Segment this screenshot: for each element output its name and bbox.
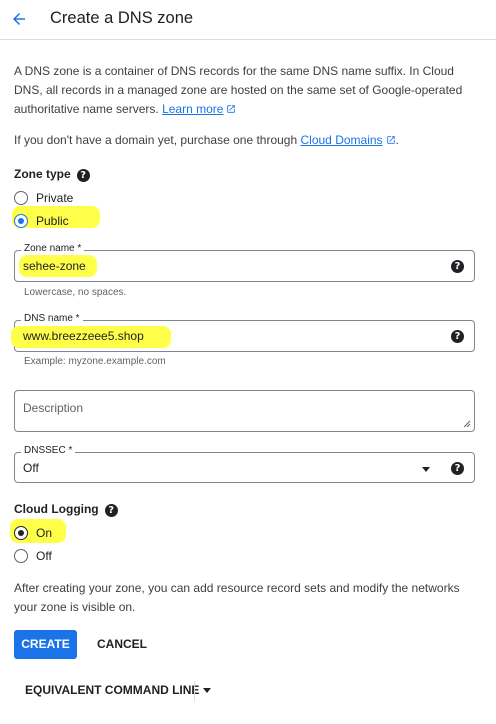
radio-public[interactable]: Public — [14, 212, 69, 230]
zone-type-label: Zone type? — [14, 167, 90, 182]
cloud-logging-label: Cloud Logging? — [14, 502, 118, 517]
radio-button[interactable] — [14, 191, 28, 205]
zone-name-hint: Lowercase, no spaces. — [24, 287, 127, 298]
dns-name-hint: Example: myzone.example.com — [24, 356, 166, 367]
radio-logging-off[interactable]: Off — [14, 547, 52, 565]
radio-logging-on[interactable]: On — [14, 524, 52, 542]
chevron-down-icon[interactable] — [422, 467, 430, 472]
help-icon[interactable]: ? — [76, 169, 90, 182]
radio-button-selected[interactable] — [14, 214, 28, 228]
domain-note: If you don't have a domain yet, purchase… — [14, 133, 399, 147]
resize-handle-icon[interactable] — [463, 420, 471, 428]
cancel-button[interactable]: CANCEL — [90, 630, 154, 659]
dnssec-select[interactable]: DNSSEC * Off ? — [14, 445, 475, 483]
page-header: Create a DNS zone — [0, 0, 496, 40]
radio-button[interactable] — [14, 549, 28, 563]
zone-name-field[interactable]: Zone name * sehee-zone ? — [14, 243, 475, 282]
dns-name-field[interactable]: DNS name * www.breezzeee5.shop ? — [11, 313, 475, 352]
divider — [194, 681, 195, 701]
help-icon[interactable]: ? — [104, 504, 118, 517]
external-link-icon — [227, 105, 236, 113]
dns-name-value[interactable]: www.breezzeee5.shop — [23, 329, 144, 343]
create-button[interactable]: CREATE — [14, 630, 77, 659]
chevron-down-icon[interactable] — [203, 688, 211, 693]
cloud-domains-link[interactable]: Cloud Domains — [301, 133, 396, 147]
external-link-icon — [386, 136, 395, 144]
radio-private[interactable]: Private — [14, 189, 73, 207]
footer-note: After creating your zone, you can add re… — [14, 581, 460, 614]
help-icon[interactable]: ? — [451, 462, 464, 475]
dnssec-value: Off — [23, 461, 39, 475]
equivalent-command-line-button[interactable]: EQUIVALENT COMMAND LINE — [14, 676, 199, 705]
page-title: Create a DNS zone — [50, 9, 194, 27]
help-icon[interactable]: ? — [451, 330, 464, 343]
intro-paragraph: A DNS zone is a container of DNS records… — [14, 62, 484, 119]
learn-more-link[interactable]: Learn more — [162, 102, 236, 116]
intro-text: A DNS zone is a container of DNS records… — [14, 64, 463, 116]
zone-name-value[interactable]: sehee-zone — [23, 259, 86, 273]
description-textarea[interactable]: Description — [14, 390, 475, 432]
help-icon[interactable]: ? — [451, 260, 464, 273]
arrow-back-icon[interactable] — [10, 10, 28, 28]
radio-button-selected[interactable] — [14, 526, 28, 540]
